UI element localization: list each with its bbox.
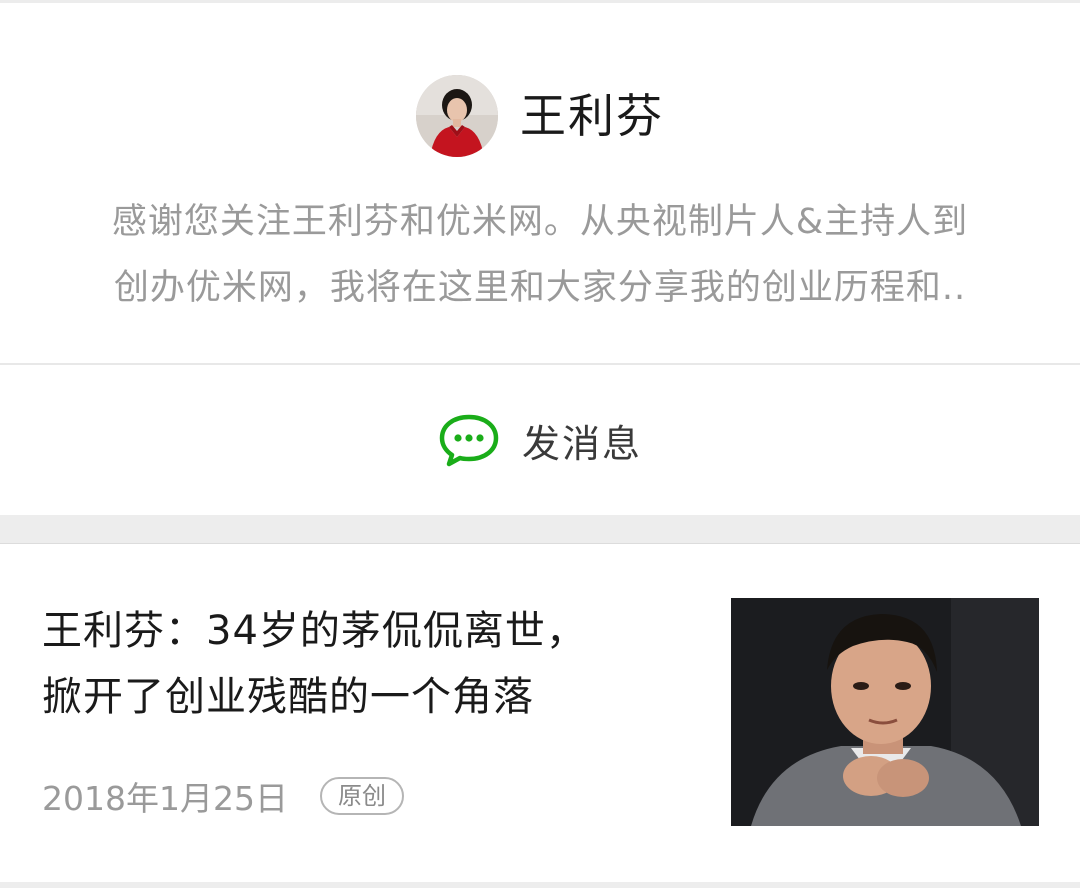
page: 王利芬 感谢您关注王利芬和优米网。从央视制片人&主持人到 创办优米网，我将在这里…	[0, 0, 1080, 888]
article-meta: 2018年1月25日 原创	[42, 772, 404, 820]
profile-name: 王利芬	[520, 89, 664, 143]
article-item[interactable]: 王利芬：34岁的茅侃侃离世， 掀开了创业残酷的一个角落 2018年1月25日 原…	[0, 544, 1080, 880]
bottom-divider	[0, 882, 1080, 888]
avatar[interactable]	[416, 75, 498, 157]
profile-header: 王利芬	[0, 73, 1080, 159]
avatar-photo-icon	[416, 75, 498, 157]
profile-description-line-2: 创办优米网，我将在这里和大家分享我的创业历程和..	[113, 268, 967, 308]
profile-description: 感谢您关注王利芬和优米网。从央视制片人&主持人到 创办优米网，我将在这里和大家分…	[55, 189, 1025, 321]
send-message-label: 发消息	[521, 421, 642, 466]
chat-bubble-icon	[439, 414, 499, 467]
article-date: 2018年1月25日	[42, 779, 288, 818]
send-message-button[interactable]: 发消息	[0, 365, 1080, 515]
article-title: 王利芬：34岁的茅侃侃离世， 掀开了创业残酷的一个角落	[42, 598, 682, 730]
article-thumbnail[interactable]	[731, 598, 1039, 826]
profile-description-line-1: 感谢您关注王利芬和优米网。从央视制片人&主持人到	[111, 202, 969, 242]
article-thumbnail-photo-icon	[731, 598, 1039, 826]
profile-card: 王利芬 感谢您关注王利芬和优米网。从央视制片人&主持人到 创办优米网，我将在这里…	[0, 3, 1080, 365]
section-divider	[0, 515, 1080, 544]
article-title-line-2: 掀开了创业残酷的一个角落	[42, 674, 534, 720]
article-title-line-1: 王利芬：34岁的茅侃侃离世，	[42, 608, 587, 654]
original-badge: 原创	[319, 777, 404, 815]
